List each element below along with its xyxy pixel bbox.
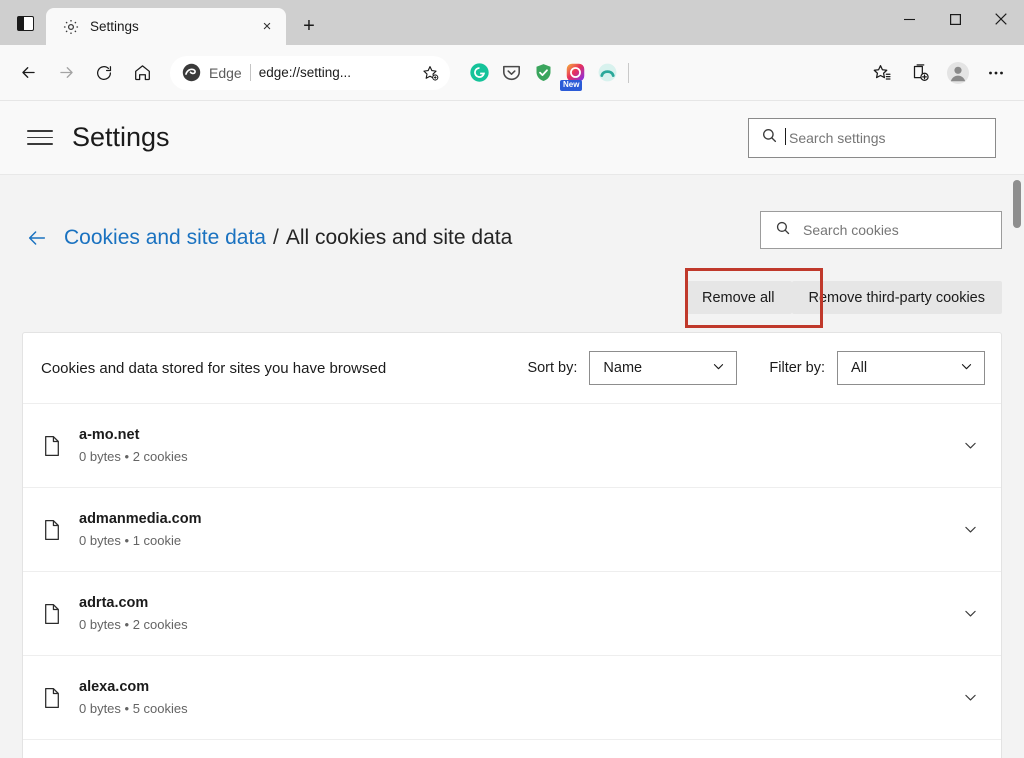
maximize-button[interactable] — [932, 0, 978, 38]
table-row[interactable]: admanmedia.com 0 bytes • 1 cookie — [23, 487, 1001, 571]
add-favorite-icon[interactable] — [416, 59, 444, 87]
cookie-row-meta: admanmedia.com 0 bytes • 1 cookie — [79, 511, 939, 548]
tab-title: Settings — [90, 19, 246, 34]
breadcrumb-parent-link[interactable]: Cookies and site data — [64, 226, 266, 250]
omnibox-url-text[interactable]: edge://setting... — [259, 65, 408, 80]
cookie-site-name: adrta.com — [79, 595, 939, 611]
address-bar[interactable]: Edge edge://setting... — [170, 56, 450, 90]
more-settings-ellipsis-icon[interactable] — [978, 55, 1014, 91]
toolbar-divider — [628, 63, 629, 83]
cookies-card-header: Cookies and data stored for sites you ha… — [23, 333, 1001, 403]
forward-button[interactable] — [48, 55, 84, 91]
browser-tab-settings[interactable]: Settings × — [46, 8, 286, 45]
chevron-down-icon — [959, 359, 974, 378]
breadcrumb-current: All cookies and site data — [286, 226, 512, 250]
favorites-star-icon[interactable] — [864, 55, 900, 91]
cookie-row-meta: alexa.com 0 bytes • 5 cookies — [79, 679, 939, 716]
cookie-site-detail: 0 bytes • 1 cookie — [79, 533, 939, 548]
chevron-down-icon[interactable] — [955, 689, 985, 706]
back-arrow-icon[interactable] — [22, 223, 52, 253]
extensions-area: New — [460, 62, 618, 84]
edge-logo-icon — [182, 63, 201, 82]
close-window-button[interactable] — [978, 0, 1024, 38]
minimize-button[interactable] — [886, 0, 932, 38]
tab-actions-icon — [17, 16, 34, 31]
refresh-button[interactable] — [86, 55, 122, 91]
new-tab-button[interactable]: + — [294, 11, 324, 41]
page-title: Settings — [72, 122, 170, 153]
document-icon — [41, 519, 63, 541]
omnibox-divider — [250, 64, 251, 81]
page-scrollbar[interactable] — [1010, 175, 1024, 758]
search-cookies-input[interactable]: Search cookies — [760, 211, 1002, 249]
cookie-site-detail: 0 bytes • 2 cookies — [79, 617, 939, 632]
collections-icon[interactable] — [902, 55, 938, 91]
cookie-site-detail: 0 bytes • 2 cookies — [79, 449, 939, 464]
cookie-actions: Remove all Remove third-party cookies — [22, 281, 1002, 314]
chevron-down-icon[interactable] — [955, 437, 985, 454]
settings-page-body: Cookies and site data / All cookies and … — [0, 175, 1024, 758]
sort-by-label: Sort by: — [527, 360, 577, 376]
chevron-down-icon[interactable] — [955, 605, 985, 622]
settings-header: Settings Search settings — [0, 101, 1024, 175]
browser-toolbar: Edge edge://setting... — [0, 45, 1024, 101]
table-row[interactable]: a-mo.net 0 bytes • 2 cookies — [23, 403, 1001, 487]
remove-all-button[interactable]: Remove all — [685, 281, 792, 314]
cookies-content: Cookies and site data / All cookies and … — [0, 175, 1024, 758]
chevron-down-icon[interactable] — [955, 521, 985, 538]
tab-actions-button[interactable] — [8, 6, 42, 40]
search-icon — [761, 127, 778, 149]
window-controls — [886, 0, 1024, 38]
sort-by-value: Name — [603, 360, 711, 376]
cookie-site-detail: 0 bytes • 5 cookies — [79, 701, 939, 716]
teal-arrow-extension-icon[interactable] — [596, 62, 618, 84]
sort-by-select[interactable]: Name — [589, 351, 737, 385]
document-icon — [41, 687, 63, 709]
text-caret — [785, 128, 786, 145]
colorful-app-extension-icon[interactable]: New — [564, 62, 586, 84]
hamburger-menu-icon[interactable] — [22, 120, 58, 156]
home-button[interactable] — [124, 55, 160, 91]
remove-third-party-cookies-button[interactable]: Remove third-party cookies — [792, 281, 1003, 314]
gear-icon — [62, 18, 80, 36]
search-icon — [775, 220, 791, 241]
search-settings-input[interactable]: Search settings — [748, 118, 996, 158]
title-bar: Settings × + — [0, 0, 1024, 45]
table-row[interactable]: alexa.com 0 bytes • 5 cookies — [23, 655, 1001, 739]
search-settings-placeholder: Search settings — [789, 130, 886, 146]
filter-by-value: All — [851, 360, 959, 376]
table-row-partial[interactable] — [23, 739, 1001, 758]
remove-all-wrapper: Remove all — [685, 281, 792, 314]
cookie-row-meta: adrta.com 0 bytes • 2 cookies — [79, 595, 939, 632]
chevron-down-icon — [711, 359, 726, 378]
cookies-card: Cookies and data stored for sites you ha… — [22, 332, 1002, 758]
filter-by-label: Filter by: — [769, 360, 825, 376]
omnibox-brand-label: Edge — [209, 65, 242, 81]
new-badge: New — [560, 80, 582, 91]
breadcrumb: Cookies and site data / All cookies and … — [22, 175, 1002, 253]
breadcrumb-separator: / — [273, 226, 279, 250]
profile-avatar-icon[interactable] — [940, 55, 976, 91]
cookie-site-name: admanmedia.com — [79, 511, 939, 527]
pocket-extension-icon[interactable] — [500, 62, 522, 84]
filter-by-select[interactable]: All — [837, 351, 985, 385]
shield-security-extension-icon[interactable] — [532, 62, 554, 84]
toolbar-right-group — [864, 55, 1014, 91]
scrollbar-thumb[interactable] — [1013, 180, 1021, 228]
search-cookies-placeholder: Search cookies — [803, 222, 899, 238]
close-tab-icon[interactable]: × — [256, 16, 278, 38]
cookie-site-name: a-mo.net — [79, 427, 939, 443]
cookies-card-title: Cookies and data stored for sites you ha… — [41, 360, 515, 377]
document-icon — [41, 435, 63, 457]
document-icon — [41, 603, 63, 625]
back-button[interactable] — [10, 55, 46, 91]
cookie-row-meta: a-mo.net 0 bytes • 2 cookies — [79, 427, 939, 464]
cookie-site-name: alexa.com — [79, 679, 939, 695]
grammarly-extension-icon[interactable] — [468, 62, 490, 84]
table-row[interactable]: adrta.com 0 bytes • 2 cookies — [23, 571, 1001, 655]
